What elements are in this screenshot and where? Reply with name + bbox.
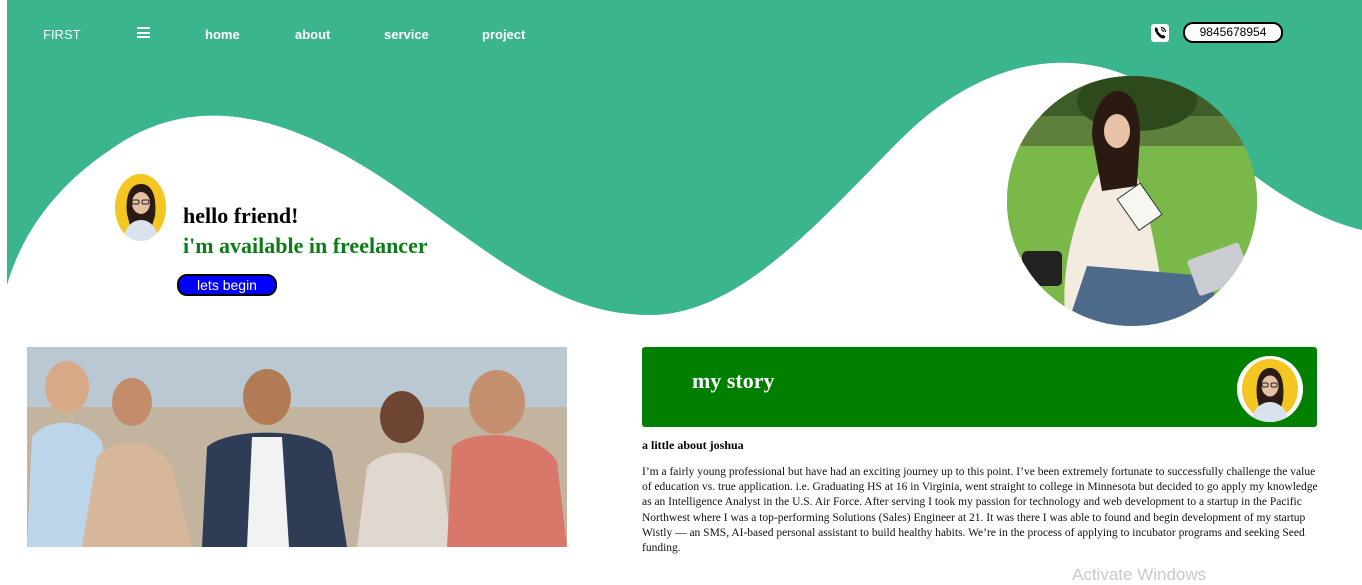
nav-link-project[interactable]: project <box>482 27 525 42</box>
lets-begin-button[interactable]: lets begin <box>177 274 277 296</box>
top-navigation: FIRST home about service project 9845678… <box>0 0 1362 68</box>
nav-link-service[interactable]: service <box>384 27 429 42</box>
hero-photo <box>1007 76 1257 326</box>
hamburger-icon[interactable] <box>137 27 150 39</box>
avatar <box>115 174 166 241</box>
nav-link-about[interactable]: about <box>295 27 330 42</box>
avatar <box>1237 356 1303 422</box>
brand-logo[interactable]: FIRST <box>43 27 81 42</box>
nav-link-home[interactable]: home <box>205 27 240 42</box>
activate-windows-watermark: Activate Windows <box>1072 565 1207 584</box>
story-title: my story <box>692 368 775 393</box>
hero-tagline: i'm available in freelancer <box>183 233 428 258</box>
story-subtitle: a little about joshua <box>642 438 744 452</box>
story-body: I’m a fairly young professional but have… <box>642 466 1318 555</box>
team-photo <box>27 347 567 547</box>
my-story-header: my story <box>642 347 1317 427</box>
phone-icon <box>1151 24 1169 42</box>
phone-number-field[interactable]: 9845678954 <box>1183 22 1283 43</box>
hero-greeting: hello friend! <box>183 203 299 228</box>
